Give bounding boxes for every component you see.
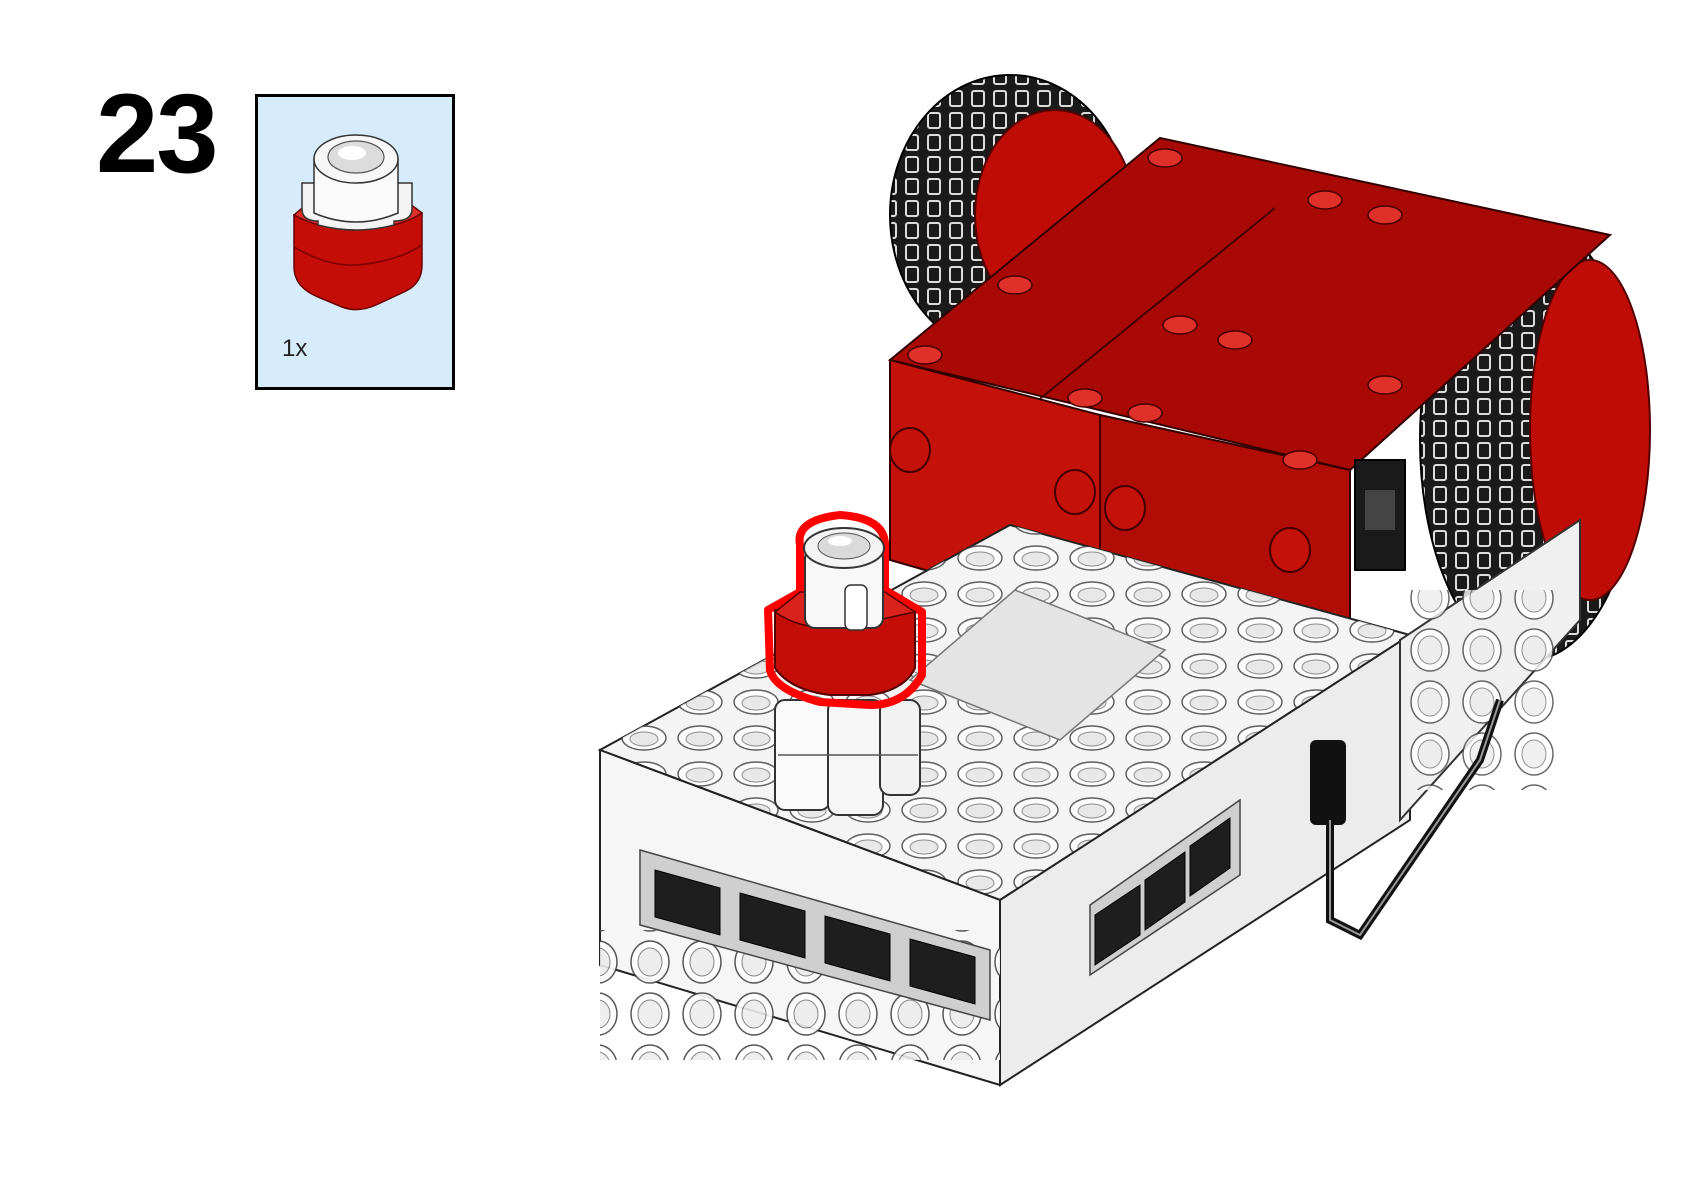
robot-assembly-illustration: [597, 74, 1651, 1087]
white-hub: [597, 523, 1413, 1087]
